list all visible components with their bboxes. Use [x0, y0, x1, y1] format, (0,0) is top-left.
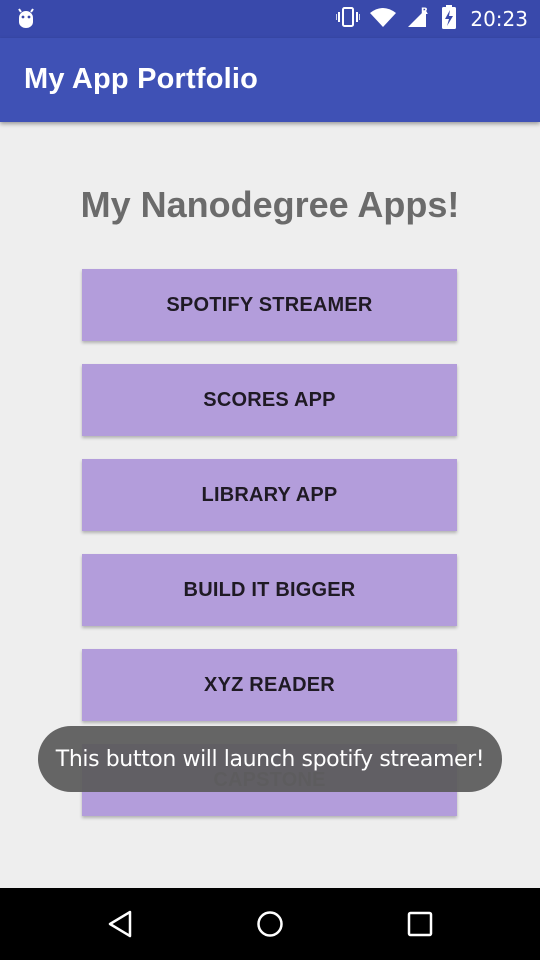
navigation-bar — [0, 888, 540, 960]
wifi-icon — [370, 7, 397, 32]
vibrate-icon — [335, 6, 362, 32]
xyz-reader-button[interactable]: XYZ READER — [82, 649, 457, 721]
svg-text:R: R — [421, 7, 428, 17]
home-icon[interactable] — [252, 906, 288, 942]
app-title: My App Portfolio — [24, 63, 259, 95]
library-app-button[interactable]: LIBRARY APP — [82, 459, 457, 531]
toast-message: This button will launch spotify streamer… — [38, 726, 502, 792]
back-icon[interactable] — [102, 906, 138, 942]
android-debug-icon — [16, 8, 36, 35]
build-it-bigger-button[interactable]: BUILD IT BIGGER — [82, 554, 457, 626]
recents-icon[interactable] — [402, 906, 438, 942]
app-bar: My App Portfolio — [0, 38, 540, 122]
scores-app-button[interactable]: SCORES APP — [82, 364, 457, 436]
status-time: 20:23 — [470, 7, 528, 31]
spotify-streamer-button[interactable]: SPOTIFY STREAMER — [82, 269, 457, 341]
battery-charging-icon — [442, 4, 457, 34]
status-bar: R 20:23 — [0, 0, 540, 38]
page-heading: My Nanodegree Apps! — [80, 184, 460, 225]
signal-icon: R — [406, 6, 432, 33]
